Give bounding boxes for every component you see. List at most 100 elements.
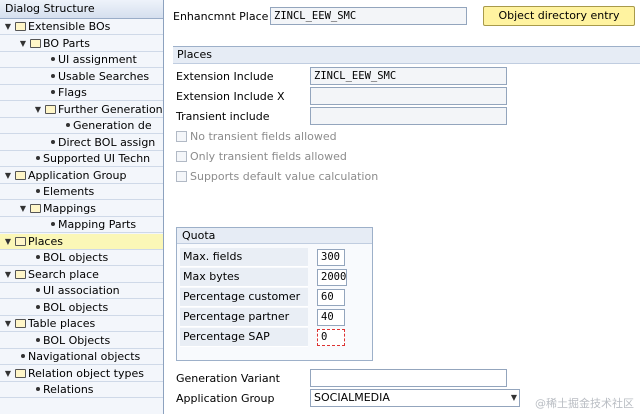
tree-node-label: BOL objects [43,300,109,314]
tree-node[interactable]: BOL Objects [0,333,163,349]
folder-icon [15,236,26,246]
percentage-customer-field[interactable]: 60 [317,289,345,306]
no-transient-checkbox[interactable] [176,131,187,142]
tree-node[interactable]: ▼ Relation object types [0,366,163,382]
no-transient-label: No transient fields allowed [190,130,337,143]
tree-node-label: Navigational objects [28,350,141,363]
expand-arrow-icon[interactable]: ▼ [18,36,28,51]
tree-node-label: Usable Searches [58,69,150,83]
folder-icon [15,269,26,279]
tree-node-label: Direct BOL assign [58,135,156,149]
tree-node-label: UI assignment [58,53,137,66]
tree-node[interactable]: ▼ Extensible BOs [0,19,163,35]
tree-node[interactable]: Elements [0,184,163,200]
tree-node-label: Generation de [73,119,152,132]
expand-arrow-icon[interactable]: ▼ [3,316,13,331]
expand-arrow-icon[interactable]: ▼ [33,102,43,117]
tree-node[interactable]: ▼ Mappings [0,201,163,217]
tree-node[interactable]: ▼ Further Generation [0,102,163,118]
tree-node[interactable]: Usable Searches [0,69,163,85]
extension-include-field[interactable]: ZINCL_EEW_SMC [310,67,507,85]
main-panel: Enhancmnt Place ZINCL_EEW_SMC Object dir… [165,0,640,414]
bullet-icon [36,255,40,259]
bullet-icon [36,337,40,342]
expand-arrow-icon[interactable]: ▼ [3,234,13,249]
extension-include-label: Extension Include [176,70,274,83]
tree-node-label: Application Group [28,168,127,182]
tree-node-label: BOL objects [43,251,109,264]
bullet-icon [51,57,55,61]
tree-node[interactable]: Relations [0,382,163,398]
tree-node-label: Mappings [43,201,96,215]
folder-icon [45,104,56,114]
tree-node[interactable]: Supported UI Techn [0,151,163,167]
application-group-select[interactable]: SOCIALMEDIA [310,389,520,407]
tree-node-label: Extensible BOs [28,20,111,33]
folder-icon [30,38,41,48]
tree-node-label: Supported UI Techn [43,152,151,165]
percentage-partner-label: Percentage partner [180,308,308,327]
only-transient-checkbox[interactable] [176,151,187,162]
bullet-icon [66,123,70,127]
bullet-icon [51,222,55,226]
tree-node-label: Elements [43,185,95,198]
tree-node-label: UI association [43,284,120,297]
tree-node-label: Table places [28,317,96,330]
folder-icon [15,319,26,328]
tree-node-label: Places [28,234,63,248]
tree-node-label: Further Generation [58,102,163,116]
tree-node-label: Relation object types [28,366,144,380]
quota-group: Quota Max. fields 300 Max bytes 2000 Per… [176,227,373,361]
percentage-customer-label: Percentage customer [180,288,308,307]
tree-node-label: Search place [28,267,99,281]
tree-node[interactable]: BOL objects [0,300,163,316]
quota-group-title: Quota [177,228,372,244]
tree-node[interactable]: Direct BOL assign [0,135,163,151]
folder-icon [15,368,26,378]
tree-node[interactable]: ▼ Table places [0,316,163,332]
tree-node[interactable]: ▼ Search place [0,267,163,283]
tree-node[interactable]: Generation de [0,118,163,134]
bullet-icon [36,387,40,391]
tree-node-label: Flags [58,86,87,99]
percentage-partner-field[interactable]: 40 [317,309,345,326]
enhancement-place-field[interactable]: ZINCL_EEW_SMC [270,7,467,25]
tree-node[interactable]: Mapping Parts [0,217,163,233]
expand-arrow-icon[interactable]: ▼ [18,201,28,216]
percentage-sap-label: Percentage SAP [180,328,308,347]
tree-node-label: BOL Objects [43,333,111,347]
max-fields-label: Max. fields [180,248,308,267]
tree-node-label: Mapping Parts [58,218,137,231]
max-fields-field[interactable]: 300 [317,249,345,266]
bullet-icon [36,288,40,292]
tree-node[interactable]: Navigational objects [0,349,163,365]
watermark: @稀土掘金技术社区 [535,397,634,410]
tree-node[interactable]: ▼ Application Group [0,168,163,184]
object-directory-entry-button[interactable]: Object directory entry [483,6,635,26]
tree-node[interactable]: BOL objects [0,250,163,266]
expand-arrow-icon[interactable]: ▼ [3,366,13,381]
transient-include-label: Transient include [176,110,270,123]
bullet-icon [36,156,40,160]
max-bytes-field[interactable]: 2000 [317,269,347,286]
percentage-sap-field[interactable]: 0 [317,329,345,346]
only-transient-label: Only transient fields allowed [190,150,347,163]
tree-node[interactable]: UI assignment [0,52,163,68]
expand-arrow-icon[interactable]: ▼ [3,168,13,183]
max-bytes-label: Max bytes [180,268,308,287]
dialog-structure-tree: Dialog Structure ▼ Extensible BOs ▼ BO Part… [0,0,164,414]
tree-node[interactable]: ▼ Places [0,233,163,250]
tree-node[interactable]: UI association [0,283,163,299]
bullet-icon [21,354,25,358]
expand-arrow-icon[interactable]: ▼ [3,19,13,34]
folder-icon [30,203,41,213]
tree-node[interactable]: Flags [0,85,163,101]
application-group-label: Application Group [176,392,275,405]
expand-arrow-icon[interactable]: ▼ [3,267,13,282]
transient-include-field[interactable] [310,107,507,125]
tree-node[interactable]: ▼ BO Parts [0,36,163,52]
extension-include-x-field[interactable] [310,87,507,105]
chevron-down-icon[interactable]: ▼ [508,392,520,404]
default-value-checkbox[interactable] [176,171,187,182]
generation-variant-field[interactable] [310,369,507,387]
